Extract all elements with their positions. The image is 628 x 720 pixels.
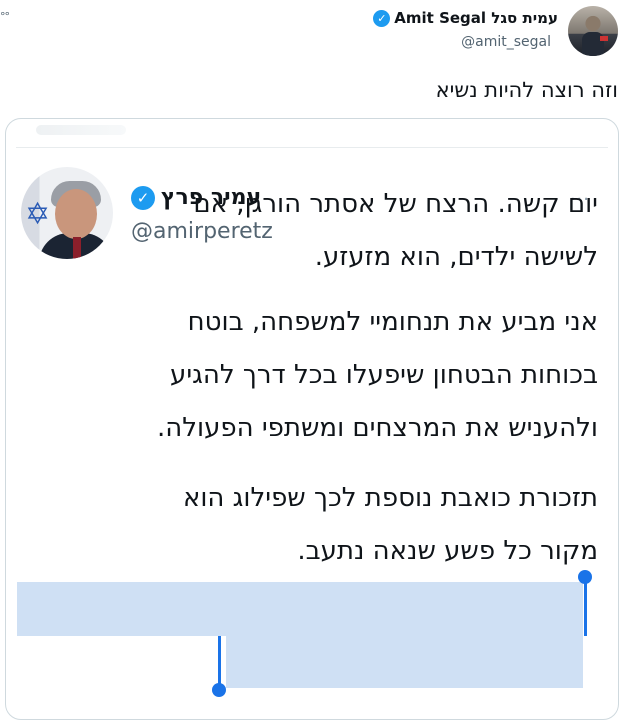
outer-more-icon[interactable]: °° [0,10,10,23]
text-line: ולהעניש את המרצחים ומשתפי הפעולה. [156,413,598,443]
selection-highlight-line1 [17,582,583,636]
card-divider [16,147,608,148]
outer-author-avatar[interactable] [568,6,618,56]
text-line: לשישה ילדים, הוא מזעזע. [314,242,598,272]
verified-badge-icon: ✓ [373,9,391,27]
text-line: בכוחות הבטחון שיפעלו בכל דרך להגיע [170,360,598,390]
text-line: יום קשה. הרצח של אסתר הורגן, אם [193,189,598,219]
text-line: אני מביע את תנחומיי למשפחה, בוטח [187,307,598,337]
selection-end-handle[interactable] [212,683,226,697]
outer-tweet-text: וזה רוצה להיות נשיא [435,78,618,102]
selection-end-caret [218,636,221,686]
outer-author-name[interactable]: עמית סגל Amit Segal [394,9,558,27]
outer-author-name-row[interactable]: עמית סגל Amit Segal ✓ [373,9,558,27]
tweet-paragraph-2: אני מביע את תנחומיי למשפחה, בוטח בכוחות … [157,296,598,455]
tweet-paragraph-3-selected[interactable]: תזכורת כואבת נוספת לכך שפילוג הוא מקור כ… [183,472,598,578]
text-line[interactable]: תזכורת כואבת נוספת לכך שפילוג הוא [183,472,598,525]
verified-badge-icon: ✓ [131,185,155,210]
tweet-paragraph-1: יום קשה. הרצח של אסתר הורגן, אם לשישה יל… [193,178,598,284]
outer-author-handle[interactable]: @amit_segal [461,34,551,50]
text-line[interactable]: מקור כל פשע שנאה נתעב. [183,525,598,578]
quoted-author-avatar[interactable]: ✡ [21,167,113,259]
selection-highlight-line2 [226,636,583,688]
selection-start-caret [584,580,587,636]
card-top-blur [36,125,126,135]
